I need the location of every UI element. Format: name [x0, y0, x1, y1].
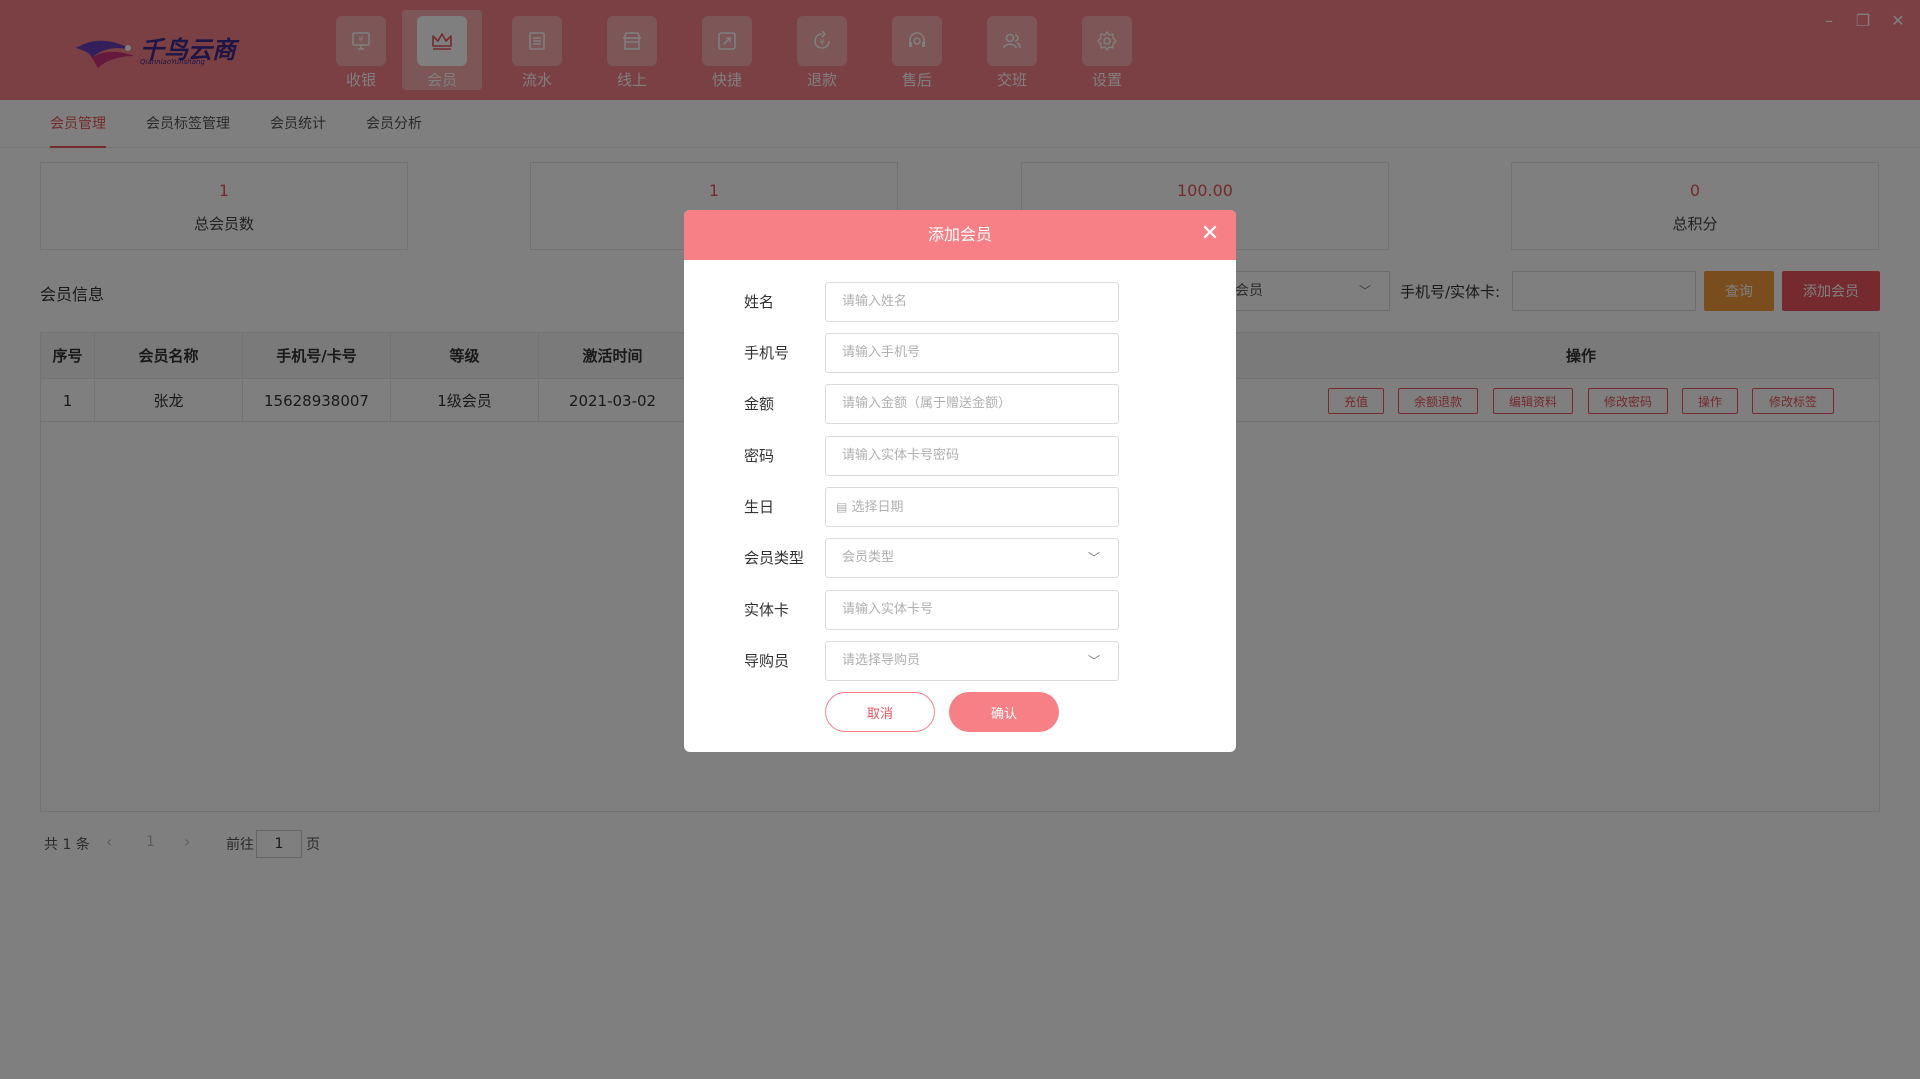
dialog-title: 添加会员	[927, 225, 992, 244]
password-label: 密码	[744, 447, 775, 465]
guide-select[interactable]: 请选择导购员 ﹀	[825, 641, 1119, 681]
member-type-placeholder: 会员类型	[842, 550, 895, 565]
birthday-label: 生日	[744, 498, 775, 516]
card-label: 实体卡	[744, 601, 790, 619]
amount-field[interactable]: 请输入金额（属于赠送金额）	[825, 384, 1119, 424]
calendar-icon: ▤	[836, 500, 848, 514]
chevron-down-icon: ﹀	[1087, 654, 1100, 668]
member-type-label: 会员类型	[744, 549, 805, 567]
card-field[interactable]: 请输入实体卡号	[825, 590, 1119, 630]
password-field[interactable]: 请输入实体卡号密码	[825, 436, 1119, 476]
phone-field[interactable]: 请输入手机号	[825, 333, 1119, 373]
add-member-dialog: 添加会员 ✕ 姓名 请输入姓名 手机号 请输入手机号 金额 请输入金额（属于赠送…	[684, 210, 1236, 752]
close-icon[interactable]: ✕	[1198, 222, 1222, 246]
birthday-placeholder: 选择日期	[851, 500, 904, 515]
guide-placeholder: 请选择导购员	[842, 653, 921, 668]
name-label: 姓名	[744, 293, 775, 311]
dialog-header: 添加会员	[684, 210, 1236, 260]
member-type-select[interactable]: 会员类型 ﹀	[825, 538, 1119, 578]
guide-label: 导购员	[744, 652, 790, 670]
phone-label: 手机号	[744, 344, 790, 362]
cancel-button[interactable]: 取消	[825, 692, 935, 732]
chevron-down-icon: ﹀	[1087, 551, 1100, 565]
amount-label: 金额	[744, 395, 775, 413]
confirm-button[interactable]: 确认	[949, 692, 1059, 732]
name-field[interactable]: 请输入姓名	[825, 282, 1119, 322]
birthday-picker[interactable]: ▤ 选择日期	[825, 487, 1119, 527]
